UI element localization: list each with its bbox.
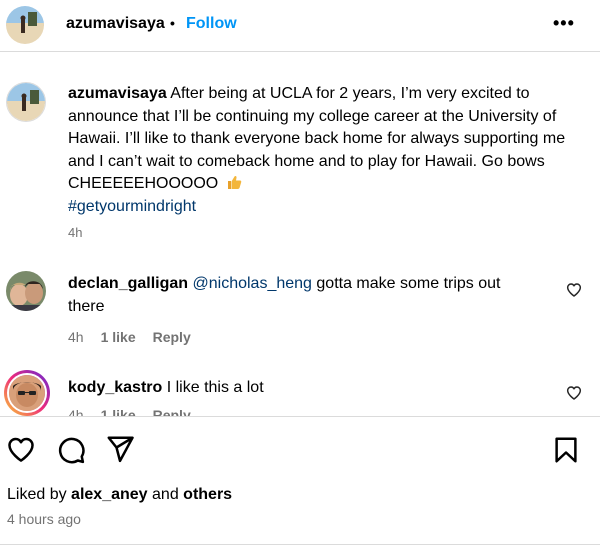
liked-by-others[interactable]: others [183, 486, 232, 503]
liked-by-user[interactable]: alex_aney [71, 486, 148, 503]
more-options-icon[interactable]: ••• [553, 13, 575, 34]
comment-avatar[interactable] [6, 271, 46, 311]
post-time-ago: 4 hours ago [7, 511, 81, 527]
share-send-icon[interactable] [105, 434, 135, 464]
follow-button[interactable]: Follow [186, 15, 237, 33]
story-ring-avatar[interactable] [4, 370, 50, 416]
bookmark-icon[interactable] [551, 435, 581, 465]
post-actions: Liked by alex_aney and others 4 hours ag… [0, 417, 600, 556]
comment-username[interactable]: declan_galligan [68, 275, 188, 292]
caption-hashtag[interactable]: #getyourmindright [68, 198, 196, 215]
liked-by-and: and [152, 486, 179, 503]
comments-section[interactable]: azumavisaya After being at UCLA for 2 ye… [0, 52, 600, 417]
caption-username[interactable]: azumavisaya [68, 85, 167, 102]
thumbs-up-icon [226, 174, 242, 190]
comment-meta: 4h 1 like Reply [68, 407, 191, 417]
divider [0, 544, 600, 545]
caption-author-avatar[interactable] [6, 82, 46, 122]
post-header: azumavisaya • Follow ••• [0, 0, 600, 52]
comment-bubble-icon[interactable] [56, 435, 86, 465]
comment-text: declan_galligan @nicholas_heng gotta mak… [68, 273, 538, 318]
liked-by-text: Liked by alex_aney and others [7, 486, 232, 504]
comment-text: kody_kastro I like this a lot [68, 377, 538, 400]
comment-time: 4h [68, 329, 84, 345]
reply-button[interactable]: Reply [153, 407, 191, 416]
reply-button[interactable]: Reply [153, 329, 191, 345]
comment-time: 4h [68, 407, 84, 417]
like-heart-icon[interactable] [6, 435, 36, 465]
comment-like-heart-icon[interactable] [566, 282, 582, 298]
author-username[interactable]: azumavisaya [66, 15, 165, 33]
caption-text: azumavisaya After being at UCLA for 2 ye… [68, 83, 578, 218]
caption-time: 4h [68, 225, 83, 240]
comment-body: I like this a lot [166, 379, 264, 396]
author-avatar[interactable] [6, 6, 44, 44]
comment-username[interactable]: kody_kastro [68, 379, 162, 396]
comment-meta: 4h 1 like Reply [68, 329, 191, 345]
comment-like-count[interactable]: 1 like [101, 407, 136, 416]
comment-mention[interactable]: @nicholas_heng [193, 275, 312, 292]
comment-like-count[interactable]: 1 like [101, 329, 136, 345]
comment-like-heart-icon[interactable] [566, 385, 582, 401]
separator-dot: • [170, 15, 175, 31]
liked-by-prefix: Liked by [7, 486, 67, 503]
